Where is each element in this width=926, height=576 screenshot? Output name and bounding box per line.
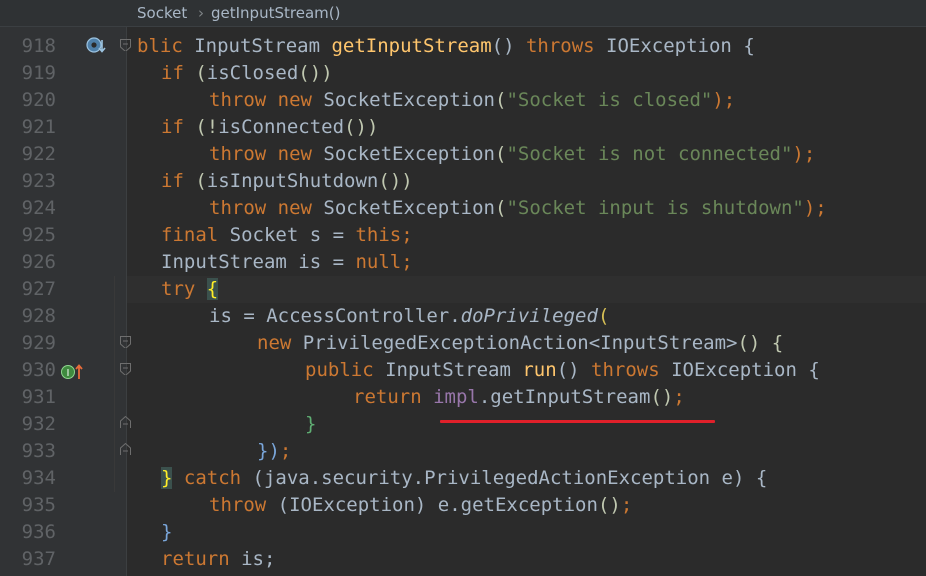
line-number: 936	[21, 521, 56, 543]
line-number: 922	[21, 143, 56, 165]
line-number: 935	[21, 494, 56, 516]
line-number: 920	[21, 89, 56, 111]
code-line-924[interactable]: throw new SocketException("Socket input …	[209, 195, 827, 222]
code-line-921[interactable]: if (!isConnected())	[161, 114, 378, 141]
line-number: 932	[21, 413, 56, 435]
code-line-920[interactable]: throw new SocketException("Socket is clo…	[209, 87, 735, 114]
red-annotation-underline	[440, 420, 715, 423]
line-number: 924	[21, 197, 56, 219]
code-line-919[interactable]: if (isClosed())	[161, 60, 333, 87]
fold-end-icon[interactable]	[120, 443, 131, 455]
overrides-method-icon[interactable]	[86, 36, 108, 56]
fold-icon[interactable]	[120, 39, 131, 51]
breadcrumb-separator: ›	[198, 4, 204, 22]
code-line-923[interactable]: if (isInputShutdown())	[161, 168, 413, 195]
code-line-932[interactable]: }	[305, 411, 316, 438]
code-line-926[interactable]: InputStream is = null;	[161, 249, 413, 276]
code-line-931[interactable]: return impl.getInputStream();	[353, 384, 685, 411]
line-number: 919	[21, 62, 56, 84]
code-line-918[interactable]: blic InputStream getInputStream() throws…	[137, 33, 755, 60]
line-number: 934	[21, 467, 56, 489]
fold-icon[interactable]	[120, 336, 131, 348]
line-number: 929	[21, 332, 56, 354]
line-number: 930	[21, 359, 56, 381]
fold-end-icon[interactable]	[120, 416, 131, 428]
caret-row-highlight	[127, 276, 926, 303]
code-line-935[interactable]: throw (IOException) e.getException();	[209, 492, 632, 519]
breadcrumb-class[interactable]: Socket	[137, 4, 187, 22]
code-line-933[interactable]: });	[257, 438, 291, 465]
line-number: 923	[21, 170, 56, 192]
line-number: 918	[21, 35, 56, 57]
line-number: 937	[21, 548, 56, 570]
line-number: 931	[21, 386, 56, 408]
line-number: 925	[21, 224, 56, 246]
code-line-922[interactable]: throw new SocketException("Socket is not…	[209, 141, 815, 168]
line-number: 928	[21, 305, 56, 327]
fold-icon[interactable]	[120, 363, 131, 375]
code-line-937[interactable]: return is;	[161, 546, 275, 573]
scope-guide	[114, 276, 115, 492]
code-line-927[interactable]: try {	[161, 276, 219, 303]
svg-text:I: I	[67, 368, 70, 379]
code-line-934[interactable]: } catch (java.security.PrivilegedActionE…	[161, 465, 767, 492]
code-line-930[interactable]: public InputStream run() throws IOExcept…	[305, 357, 820, 384]
code-line-929[interactable]: new PrivilegedExceptionAction<InputStrea…	[257, 330, 783, 357]
line-number: 921	[21, 116, 56, 138]
code-line-936[interactable]: }	[161, 519, 172, 546]
code-line-925[interactable]: final Socket s = this;	[161, 222, 413, 249]
line-number: 927	[21, 278, 56, 300]
implements-method-icon[interactable]: I	[61, 362, 85, 382]
line-number: 933	[21, 440, 56, 462]
breadcrumb-method[interactable]: getInputStream()	[211, 4, 340, 22]
code-line-928[interactable]: is = AccessController.doPrivileged(	[209, 303, 609, 330]
breadcrumb: Socket › getInputStream()	[0, 0, 926, 27]
line-number: 926	[21, 251, 56, 273]
